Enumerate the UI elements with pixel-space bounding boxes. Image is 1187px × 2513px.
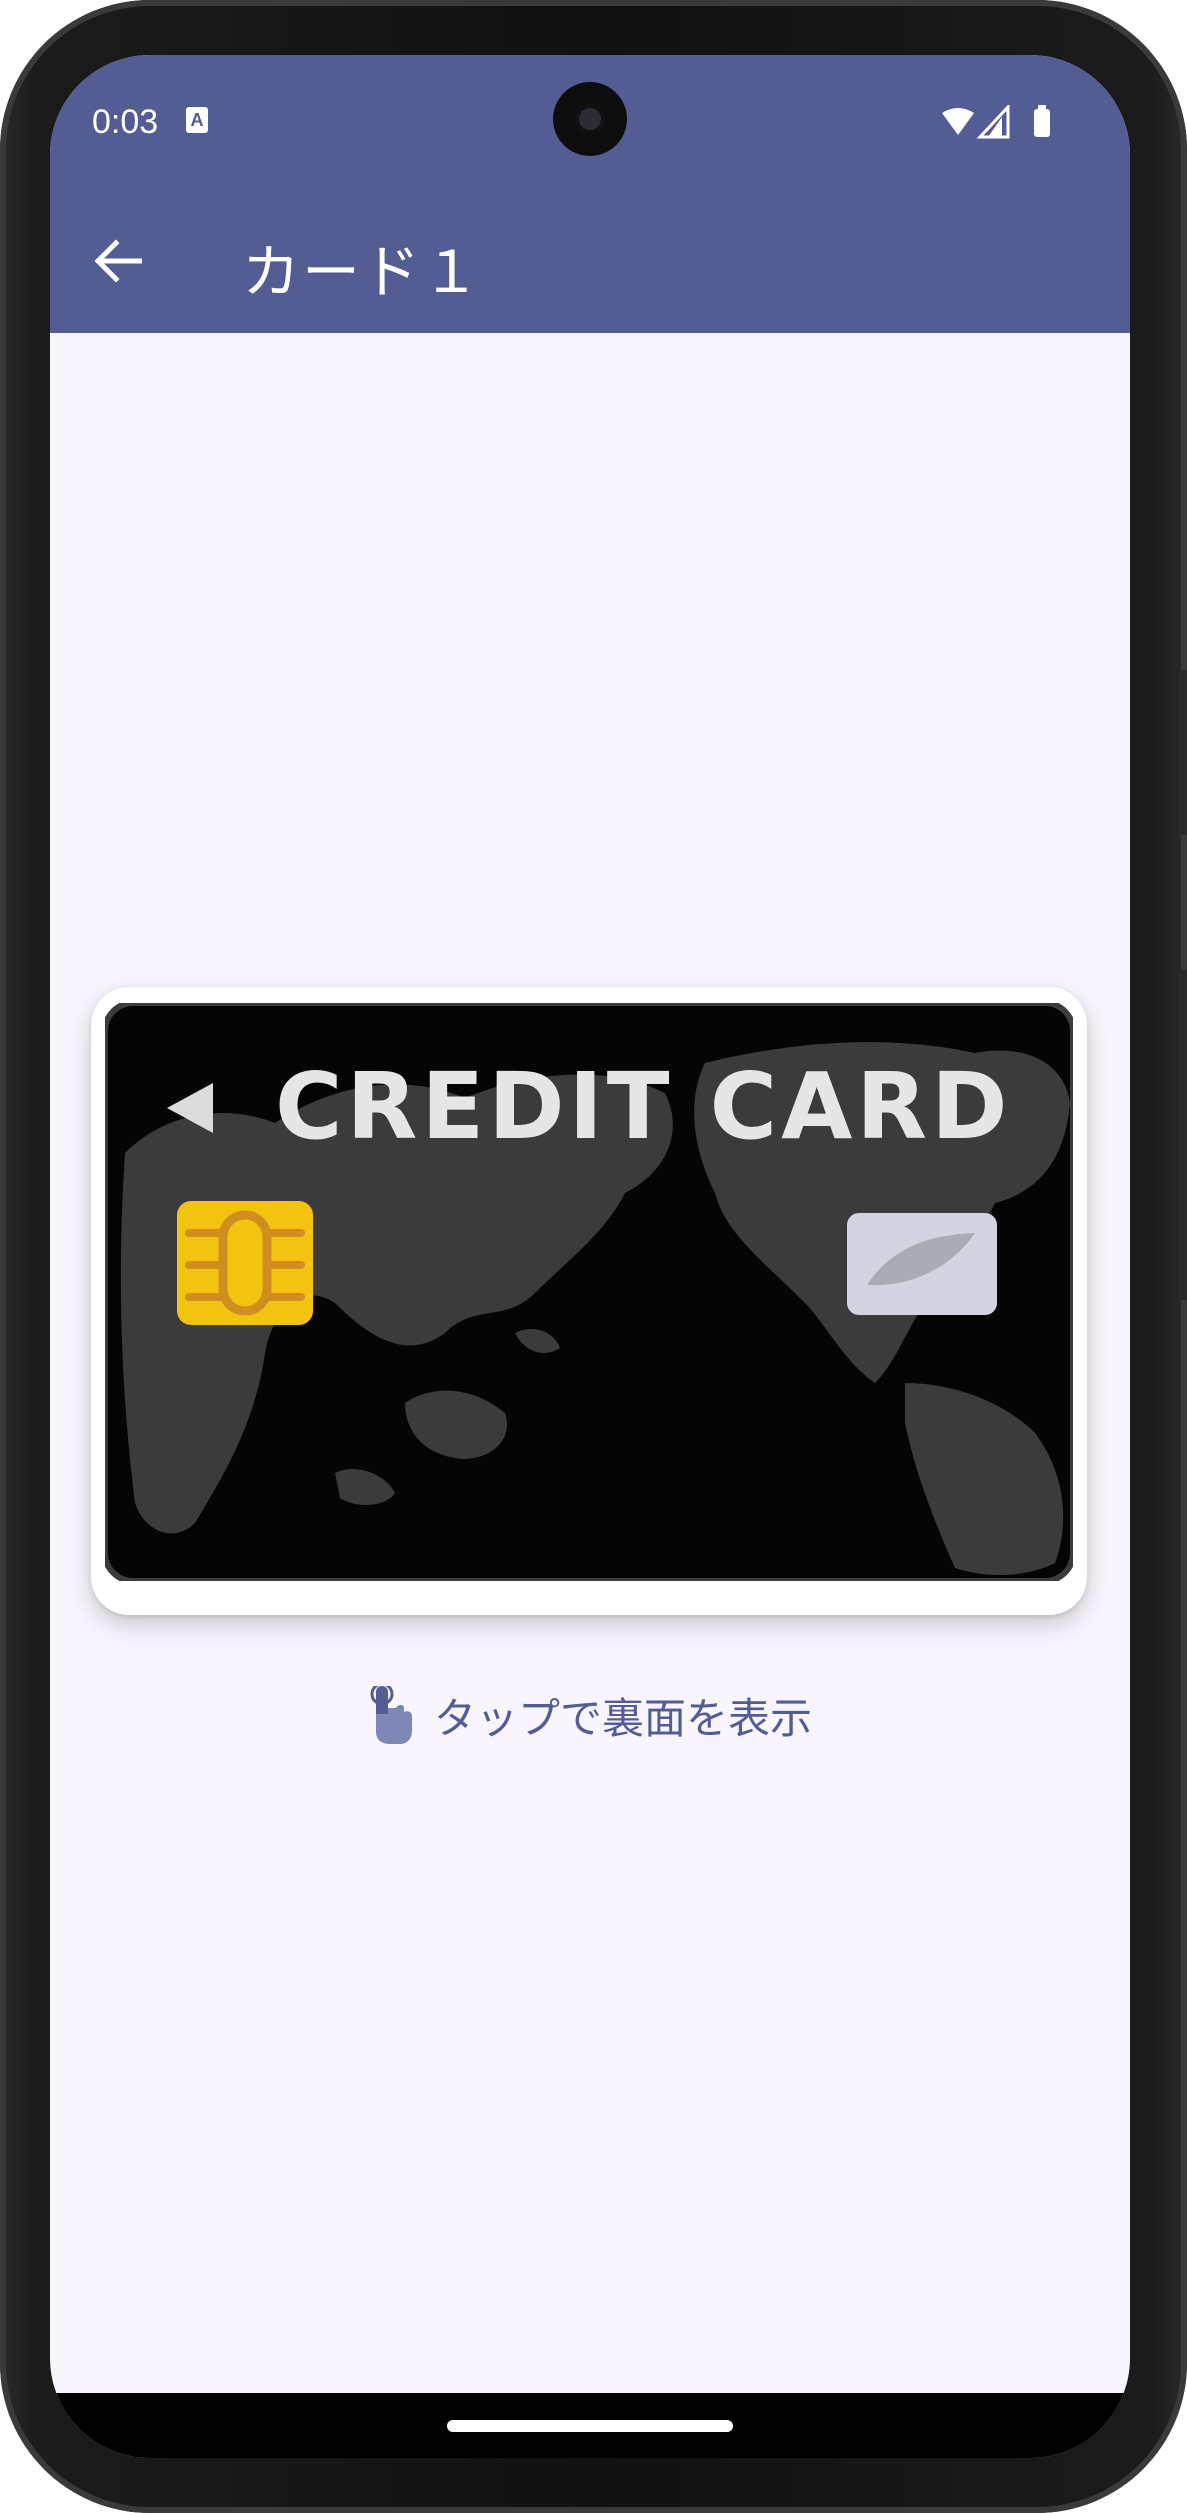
phone-frame: 0:03 A カード１ CREDIT CARD タップで裏面を表示 bbox=[0, 0, 1187, 2513]
chip-graphic bbox=[177, 1201, 313, 1325]
credit-card-image: CREDIT CARD bbox=[105, 1003, 1073, 1581]
volume-button bbox=[1179, 670, 1187, 835]
top-app-bar: 0:03 A カード１ bbox=[50, 55, 1130, 333]
tap-hand-icon bbox=[370, 1686, 412, 1744]
arrow-left-icon bbox=[94, 239, 142, 283]
home-gesture-bar[interactable] bbox=[447, 2420, 733, 2432]
flip-hint-text: タップで裏面を表示 bbox=[433, 1693, 812, 1743]
system-icons bbox=[940, 103, 1060, 139]
power-button bbox=[1179, 970, 1187, 1300]
status-bar: 0:03 A bbox=[50, 55, 1130, 185]
app-bar: カード１ bbox=[50, 185, 1130, 333]
battery-icon bbox=[1034, 109, 1050, 137]
wifi-icon bbox=[942, 108, 974, 135]
screen: 0:03 A カード１ CREDIT CARD タップで裏面を表示 bbox=[50, 55, 1130, 2458]
hologram-graphic bbox=[847, 1213, 997, 1315]
page-title: カード１ bbox=[242, 238, 483, 306]
card-front[interactable]: CREDIT CARD bbox=[91, 987, 1087, 1615]
status-time: 0:03 bbox=[92, 103, 159, 141]
back-button[interactable] bbox=[78, 221, 158, 301]
front-camera bbox=[553, 82, 627, 156]
card-printed-text: CREDIT CARD bbox=[275, 1053, 1012, 1160]
notification-a-icon: A bbox=[186, 107, 208, 133]
flip-hint: タップで裏面を表示 bbox=[50, 1675, 1130, 1755]
